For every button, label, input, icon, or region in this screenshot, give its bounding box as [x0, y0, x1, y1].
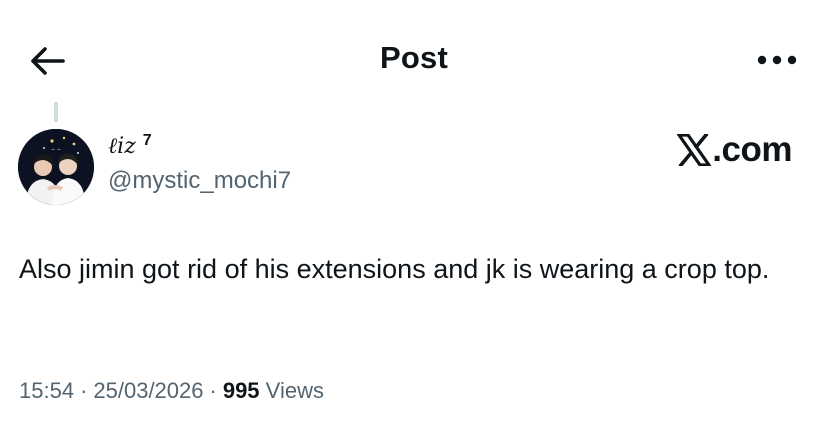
post-metadata: 15:54 · 25/03/2026 · 995 Views	[19, 378, 324, 404]
x-logo-icon	[677, 134, 712, 166]
author-display-name[interactable]: ℓiz 7	[108, 132, 152, 160]
more-options-button[interactable]	[752, 40, 802, 80]
display-name-text: ℓiz	[108, 134, 136, 159]
x-com-watermark: .com	[677, 130, 792, 170]
separator-dot: ·	[209, 378, 217, 403]
more-horizontal-icon	[757, 55, 797, 65]
top-nav-bar: Post	[0, 0, 828, 120]
post-date[interactable]: 25/03/2026	[93, 378, 203, 403]
profile-photo: ~ ~	[18, 129, 94, 205]
watermark-text: .com	[712, 130, 792, 169]
author-handle[interactable]: @mystic_mochi7	[108, 167, 291, 195]
thread-connector-line	[54, 102, 58, 122]
post-body-text: Also jimin got rid of his extensions and…	[19, 254, 770, 284]
avatar[interactable]: ~ ~	[18, 129, 94, 205]
views-count[interactable]: 995	[223, 378, 260, 403]
page-title: Post	[380, 40, 448, 75]
views-label: Views	[265, 378, 324, 403]
separator-dot: ·	[80, 378, 88, 403]
display-name-suffix: 7	[142, 132, 152, 149]
svg-text:~ ~: ~ ~	[51, 147, 61, 153]
post-time[interactable]: 15:54	[19, 378, 74, 403]
